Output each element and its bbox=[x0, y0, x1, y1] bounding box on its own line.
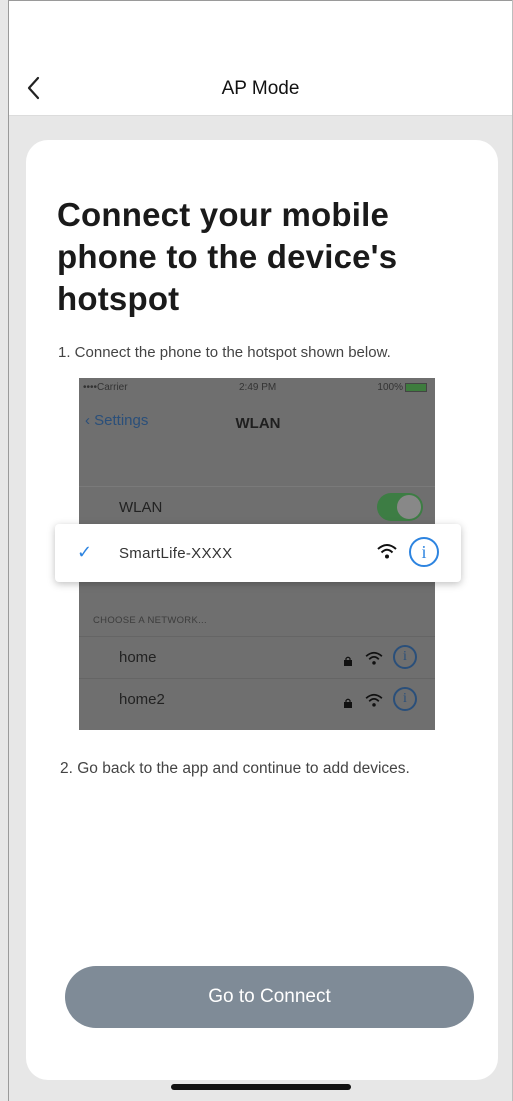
illustration-title: WLAN bbox=[235, 415, 281, 432]
wlan-toggle bbox=[377, 493, 423, 521]
wlan-toggle-row: WLAN bbox=[79, 486, 435, 527]
wifi-icon bbox=[365, 651, 383, 665]
toggle-knob bbox=[397, 495, 421, 519]
nav-bar: AP Mode bbox=[9, 0, 512, 116]
network-name: home bbox=[119, 649, 157, 666]
wlan-settings-illustration: ••••Carrier 2:49 PM 100% ‹ Settings WLAN… bbox=[55, 378, 461, 730]
time-text: 2:49 PM bbox=[239, 382, 277, 393]
checkmark-icon: ✓ bbox=[77, 542, 93, 562]
battery-indicator: 100% bbox=[377, 382, 427, 393]
instruction-card: Connect your mobile phone to the device'… bbox=[26, 140, 498, 1080]
carrier-text: ••••Carrier bbox=[83, 382, 128, 393]
selected-network-row: ✓ SmartLife-XXXX i bbox=[55, 524, 461, 582]
page-title: AP Mode bbox=[221, 78, 300, 99]
selected-ssid: SmartLife-XXXX bbox=[119, 545, 233, 562]
step-2-text: 2. Go back to the app and continue to ad… bbox=[60, 760, 410, 777]
info-icon: i bbox=[409, 537, 439, 567]
wifi-icon bbox=[377, 543, 397, 559]
step-1-text: 1. Connect the phone to the hotspot show… bbox=[58, 344, 391, 361]
network-row: home2 i bbox=[79, 678, 435, 721]
lock-icon bbox=[343, 695, 353, 708]
lock-icon bbox=[343, 653, 353, 666]
info-icon: i bbox=[393, 645, 417, 669]
home-indicator[interactable] bbox=[171, 1084, 351, 1090]
info-icon: i bbox=[393, 687, 417, 711]
network-row: home i bbox=[79, 636, 435, 679]
go-to-connect-button[interactable]: Go to Connect bbox=[65, 966, 474, 1028]
wlan-label: WLAN bbox=[119, 499, 163, 516]
wifi-icon bbox=[365, 693, 383, 707]
app-frame: AP Mode Connect your mobile phone to the… bbox=[8, 0, 513, 1101]
battery-text: 100% bbox=[377, 382, 403, 393]
illustration-status-bar: ••••Carrier 2:49 PM 100% bbox=[79, 378, 435, 398]
choose-network-header: CHOOSE A NETWORK... bbox=[93, 615, 207, 626]
battery-icon bbox=[405, 382, 427, 392]
card-heading: Connect your mobile phone to the device'… bbox=[57, 196, 398, 317]
network-name: home2 bbox=[119, 691, 165, 708]
